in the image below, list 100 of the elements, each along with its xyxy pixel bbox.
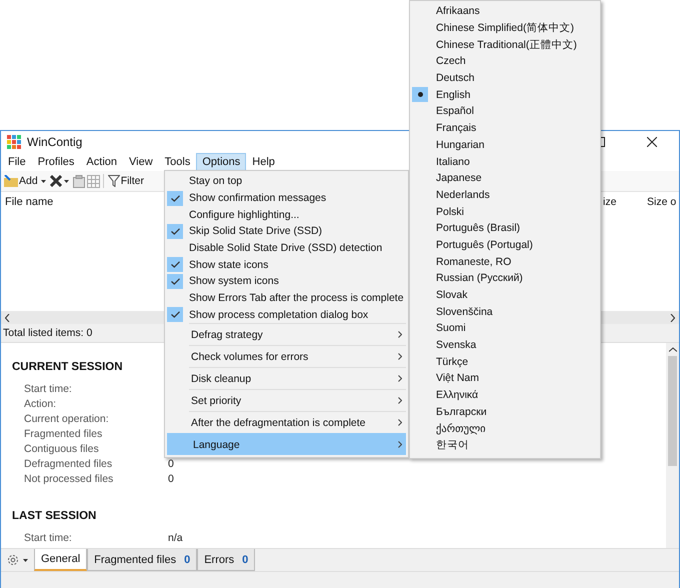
menu-item[interactable]: Deutsch bbox=[412, 70, 598, 86]
tab-count: 0 bbox=[184, 554, 190, 566]
tab[interactable]: General bbox=[34, 549, 88, 571]
section-heading: CURRENT SESSION bbox=[12, 361, 123, 373]
menu-item[interactable]: Configure highlighting... bbox=[167, 206, 406, 224]
checkmark-icon bbox=[170, 311, 180, 318]
menu-item[interactable]: Afrikaans bbox=[412, 3, 598, 20]
menu-item[interactable]: Show system icons bbox=[167, 273, 406, 290]
tab[interactable]: Fragmented files 0 bbox=[87, 549, 198, 571]
menu-item[interactable]: Check volumes for errors bbox=[189, 345, 406, 368]
field-label: Fragmented files bbox=[24, 428, 104, 440]
menu-item[interactable]: Skip Solid State Drive (SSD) bbox=[167, 223, 406, 240]
field-label: Action: bbox=[24, 398, 58, 410]
menu-item[interactable]: Svenska bbox=[412, 336, 598, 354]
menu-item[interactable]: Stay on top bbox=[167, 173, 406, 190]
menu-item[interactable]: Español bbox=[412, 103, 598, 120]
grid-logo-icon bbox=[7, 135, 21, 149]
menu-item[interactable]: Defrag strategy bbox=[189, 323, 406, 346]
field-label: Defragmented files bbox=[24, 458, 114, 470]
menu-item[interactable]: Show Errors Tab after the process is complete bbox=[167, 290, 406, 306]
field-label: Start time: bbox=[24, 382, 73, 394]
gear-icon bbox=[7, 554, 19, 566]
menu-item[interactable]: Japanese bbox=[412, 170, 598, 187]
vertical-scrollbar[interactable] bbox=[666, 343, 679, 548]
menu-item[interactable]: Disk cleanup bbox=[189, 367, 406, 390]
menu-item[interactable]: Français bbox=[412, 120, 598, 136]
field-value: 0 bbox=[168, 472, 174, 484]
field-label: Start time: bbox=[24, 532, 73, 544]
scroll-up-icon[interactable] bbox=[668, 347, 676, 352]
menu-item[interactable]: Show process completation dialog box bbox=[167, 306, 406, 324]
column-header[interactable]: ize bbox=[603, 196, 616, 208]
menu-item[interactable]: Polski bbox=[412, 203, 598, 220]
menu-item[interactable]: Italiano bbox=[412, 153, 598, 170]
menu-item[interactable]: Suomi bbox=[412, 320, 598, 337]
menu-item[interactable]: Slovenščina bbox=[412, 303, 598, 320]
menu-item[interactable]: Português (Brasil) bbox=[412, 220, 598, 237]
menu-item[interactable]: Set priority bbox=[189, 389, 406, 412]
menu-item[interactable]: Português (Portugal) bbox=[412, 236, 598, 254]
menu-item[interactable]: Chinese Simplified(简体中文) bbox=[412, 20, 598, 36]
menu-item[interactable]: ქართული bbox=[412, 420, 598, 437]
filter-icon bbox=[108, 175, 120, 187]
delete-icon[interactable] bbox=[50, 175, 62, 187]
field-label: Contiguous files bbox=[24, 442, 100, 454]
section-heading: LAST SESSION bbox=[12, 510, 96, 522]
menu-item[interactable]: Help bbox=[246, 153, 281, 171]
menu-item[interactable]: 한국어 bbox=[412, 436, 598, 454]
menu-item[interactable]: Türkçe bbox=[412, 353, 598, 370]
menu-item[interactable]: Български bbox=[412, 404, 598, 420]
folder-icon bbox=[4, 175, 18, 187]
tab-label: General bbox=[41, 553, 80, 565]
scroll-left-icon[interactable] bbox=[5, 314, 10, 322]
checkmark-icon bbox=[170, 194, 180, 202]
menu-item[interactable]: Show confirmation messages bbox=[167, 190, 406, 206]
status-text: Total listed items: 0 bbox=[3, 327, 92, 339]
window-title: WinContig bbox=[27, 135, 82, 149]
scrollbar-thumb[interactable] bbox=[668, 356, 677, 466]
menu-item[interactable]: Tools bbox=[158, 153, 196, 171]
tab-count: 0 bbox=[242, 554, 248, 566]
field-label: Not processed files bbox=[24, 472, 114, 484]
scroll-right-icon[interactable] bbox=[670, 314, 675, 322]
caret-icon[interactable] bbox=[64, 180, 69, 182]
chevron-right-icon bbox=[398, 441, 402, 448]
menu-item[interactable]: Russian (Русский) bbox=[412, 270, 598, 287]
checkmark-icon bbox=[170, 228, 180, 235]
menu-item[interactable]: Chinese Traditional(正體中文) bbox=[412, 36, 598, 54]
add-button[interactable]: Add bbox=[3, 174, 39, 188]
caret-icon bbox=[23, 558, 28, 562]
clipboard-icon[interactable] bbox=[72, 174, 85, 188]
chevron-right-icon bbox=[398, 397, 402, 404]
menu-item[interactable]: Disable Solid State Drive (SSD) detection bbox=[167, 240, 406, 256]
menu-item[interactable]: File bbox=[2, 153, 32, 171]
menu-item[interactable]: Czech bbox=[412, 53, 598, 70]
chevron-right-icon bbox=[398, 353, 402, 360]
close-icon[interactable] bbox=[647, 137, 657, 147]
menu-item[interactable]: Việt Nam bbox=[412, 370, 598, 387]
tab-label: Fragmented files bbox=[94, 554, 176, 566]
tab[interactable]: Errors 0 bbox=[197, 549, 256, 571]
radio-dot-icon bbox=[418, 92, 422, 98]
chevron-right-icon bbox=[398, 331, 402, 338]
menu-item[interactable]: Profiles bbox=[32, 153, 80, 171]
menu-item[interactable]: Options bbox=[196, 153, 246, 171]
menu-item[interactable]: Nederlands bbox=[412, 186, 598, 204]
field-value: n/a bbox=[168, 532, 183, 544]
filter-button[interactable]: Filter bbox=[106, 174, 146, 188]
menu-item[interactable]: Slovak bbox=[412, 286, 598, 304]
field-value: 0 bbox=[168, 458, 174, 470]
menu-item[interactable]: Action bbox=[80, 153, 123, 171]
tab-label: Errors bbox=[204, 554, 234, 566]
menu-item[interactable]: English bbox=[412, 86, 598, 104]
caret-icon[interactable] bbox=[40, 180, 46, 182]
field-label: Current operation: bbox=[24, 412, 110, 424]
menu-item[interactable]: Show state icons bbox=[167, 256, 406, 274]
menu-item[interactable]: Hungarian bbox=[412, 136, 598, 154]
menu-item[interactable]: Language bbox=[167, 433, 406, 456]
column-header[interactable]: Size o bbox=[647, 196, 676, 208]
column-header[interactable]: File name bbox=[5, 196, 54, 208]
menu-item[interactable]: View bbox=[123, 153, 159, 171]
menu-item[interactable]: Ελληνικά bbox=[412, 386, 598, 404]
menu-item[interactable]: Romaneste, RO bbox=[412, 253, 598, 270]
chevron-right-icon bbox=[398, 419, 402, 426]
